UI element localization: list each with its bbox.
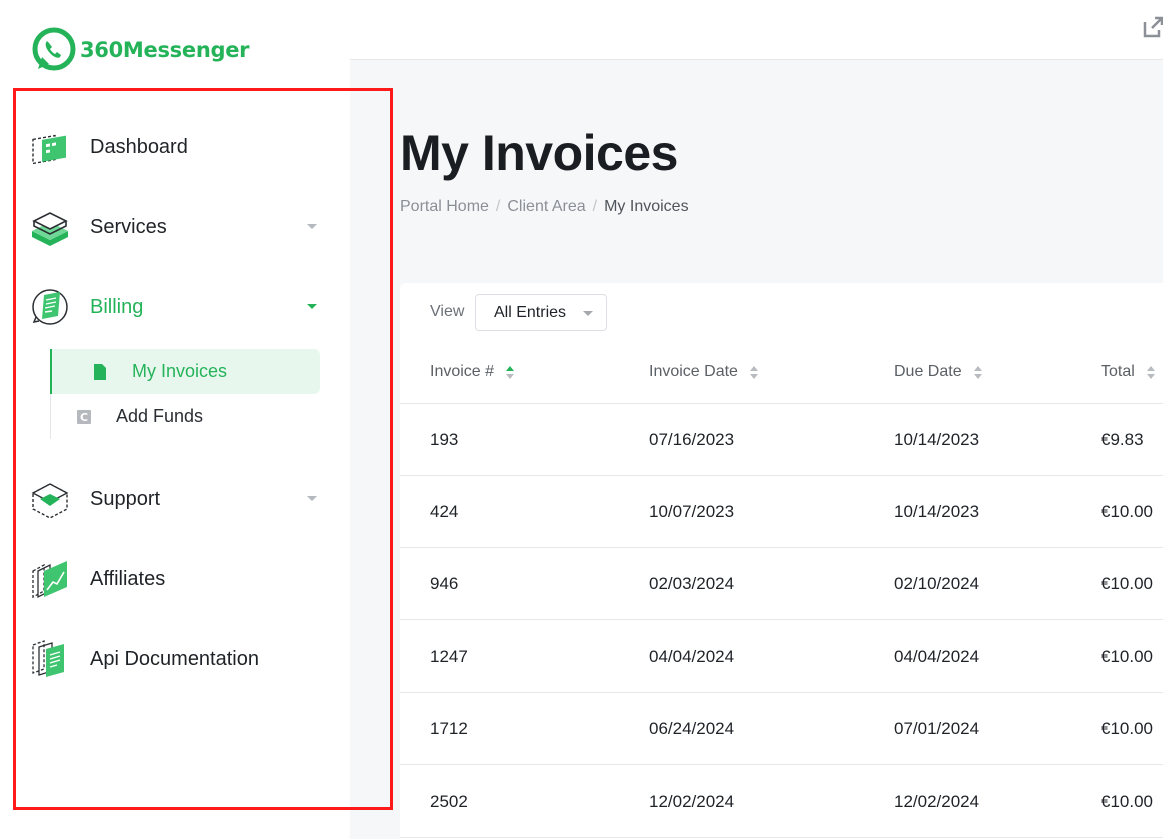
cell-invoice-number: 424 (430, 502, 459, 521)
cell-total: €9.83 (1101, 430, 1144, 449)
cell-total: €10.00 (1101, 792, 1153, 811)
sidebar: 360Messenger Dashboard Services Billing … (0, 0, 350, 839)
column-header-label: Invoice Date (649, 363, 738, 380)
sort-icon (1146, 365, 1155, 379)
table-row[interactable]: 1247 04/04/2024 04/04/2024 €10.00 (400, 621, 1163, 693)
topbar (350, 0, 1163, 60)
cell-total: €10.00 (1101, 574, 1153, 593)
table-row[interactable]: 424 10/07/2023 10/14/2023 €10.00 (400, 476, 1163, 548)
affiliates-icon (30, 559, 70, 599)
column-header-invoice-date[interactable]: Invoice Date (649, 363, 758, 381)
column-header-total[interactable]: Total (1101, 363, 1155, 381)
cell-due-date: 04/04/2024 (894, 647, 980, 666)
breadcrumb-separator: / (592, 198, 598, 215)
table-row[interactable]: 193 07/16/2023 10/14/2023 €9.83 (400, 404, 1163, 476)
cell-total: €10.00 (1101, 502, 1153, 521)
api-docs-icon (30, 639, 70, 679)
view-select-value: All Entries (494, 304, 567, 321)
sort-icon (973, 365, 982, 379)
breadcrumb: Portal Home / Client Area / My Invoices (400, 198, 689, 216)
cell-total: €10.00 (1101, 647, 1153, 666)
sidebar-item-api-documentation[interactable]: Api Documentation (30, 637, 322, 681)
cell-due-date: 10/14/2023 (894, 502, 980, 521)
breadcrumb-client-area[interactable]: Client Area (507, 198, 585, 216)
cell-due-date: 07/01/2024 (894, 719, 980, 738)
svg-text:C: C (80, 411, 88, 424)
cell-invoice-date: 04/04/2024 (649, 647, 735, 666)
sort-icon (506, 365, 515, 379)
cell-invoice-number: 946 (430, 574, 459, 593)
sidebar-item-label: Billing (90, 295, 144, 318)
chevron-down-icon (307, 304, 317, 309)
cell-invoice-date: 02/03/2024 (649, 574, 735, 593)
cell-invoice-date: 12/02/2024 (649, 792, 735, 811)
cell-invoice-date: 07/16/2023 (649, 430, 735, 449)
column-header-label: Invoice # (430, 363, 495, 380)
cell-invoice-number: 2502 (430, 792, 468, 811)
brand-name: 360Messenger (80, 38, 250, 62)
breadcrumb-current: My Invoices (604, 198, 689, 215)
sidebar-item-affiliates[interactable]: Affiliates (30, 557, 322, 601)
breadcrumb-separator: / (495, 198, 501, 215)
sidebar-subitem-label: My Invoices (132, 361, 228, 381)
wallet-icon: C (76, 409, 92, 425)
billing-icon (30, 287, 70, 327)
table-row[interactable]: 2502 12/02/2024 12/02/2024 €10.00 (400, 766, 1163, 838)
column-header-label: Due Date (894, 363, 962, 380)
breadcrumb-portal-home[interactable]: Portal Home (400, 198, 489, 216)
sidebar-item-label: Api Documentation (90, 647, 259, 670)
cell-invoice-number: 193 (430, 430, 459, 449)
table-row[interactable]: 946 02/03/2024 02/10/2024 €10.00 (400, 548, 1163, 620)
brand-logo[interactable]: 360Messenger (30, 26, 250, 74)
sidebar-item-label: Affiliates (90, 567, 166, 590)
services-icon (30, 207, 70, 247)
column-header-label: Total (1101, 363, 1135, 380)
cell-invoice-number: 1712 (430, 719, 468, 738)
sidebar-item-label: Support (90, 487, 161, 510)
cell-invoice-number: 1247 (430, 647, 468, 666)
sidebar-subitem-my-invoices[interactable]: My Invoices (50, 349, 320, 394)
sidebar-item-label: Dashboard (90, 135, 188, 158)
cell-invoice-date: 10/07/2023 (649, 502, 735, 521)
cell-due-date: 10/14/2023 (894, 430, 980, 449)
whatsapp-logo-icon (32, 27, 76, 71)
cell-due-date: 02/10/2024 (894, 574, 980, 593)
view-label: View (430, 303, 465, 320)
column-header-invoice-number[interactable]: Invoice # (430, 363, 515, 381)
sidebar-item-billing[interactable]: Billing (30, 285, 322, 329)
chevron-down-icon (583, 311, 593, 316)
cell-total: €10.00 (1101, 719, 1153, 738)
sidebar-subitem-add-funds[interactable]: C Add Funds (50, 394, 320, 439)
document-icon (92, 363, 108, 380)
cell-due-date: 12/02/2024 (894, 792, 980, 811)
table-row[interactable]: 1712 06/24/2024 07/01/2024 €10.00 (400, 693, 1163, 765)
sidebar-item-dashboard[interactable]: Dashboard (30, 125, 322, 169)
page-title: My Invoices (400, 125, 678, 181)
sidebar-item-label: Services (90, 215, 167, 238)
support-icon (30, 479, 70, 519)
view-entries-select[interactable]: All Entries (475, 294, 607, 331)
sort-icon (749, 365, 758, 379)
chevron-down-icon (307, 496, 317, 501)
sidebar-subitem-label: Add Funds (116, 406, 204, 426)
cell-invoice-date: 06/24/2024 (649, 719, 735, 738)
external-link-icon[interactable] (1143, 16, 1163, 38)
dashboard-icon (30, 127, 70, 167)
column-header-due-date[interactable]: Due Date (894, 363, 982, 381)
chevron-down-icon (307, 224, 317, 229)
sidebar-item-services[interactable]: Services (30, 205, 322, 249)
sidebar-item-support[interactable]: Support (30, 477, 322, 521)
invoices-card: View All Entries Invoice # Invoice Date … (400, 283, 1163, 839)
